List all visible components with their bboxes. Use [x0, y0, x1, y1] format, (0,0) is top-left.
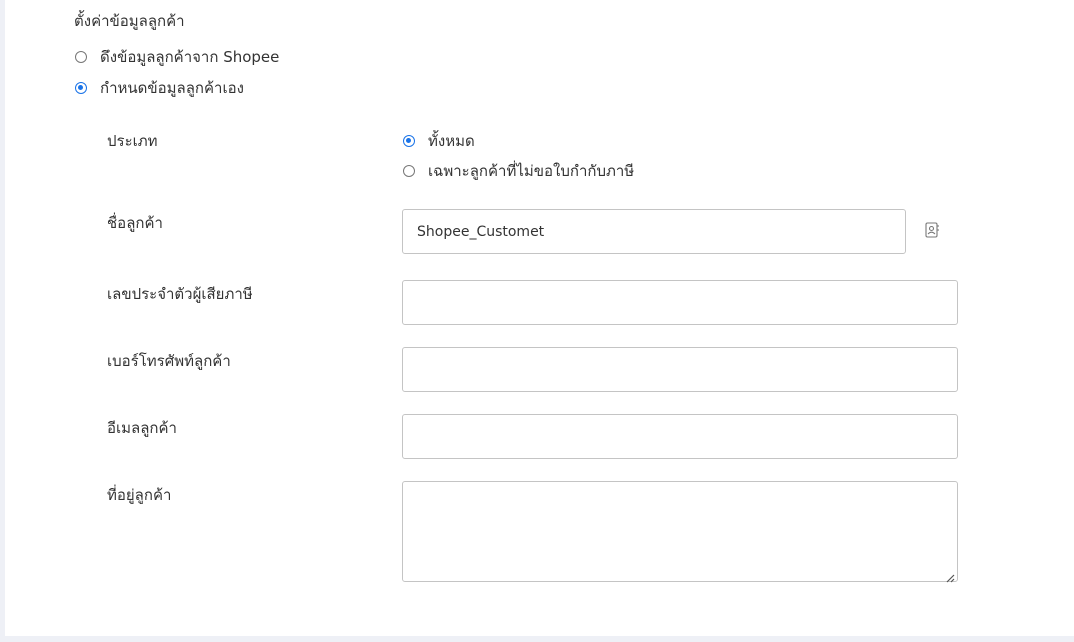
customer-name-input[interactable]	[402, 209, 906, 254]
radio-type-no-invoice[interactable]	[403, 165, 415, 177]
contact-book-icon[interactable]	[923, 221, 941, 239]
phone-input[interactable]	[402, 347, 958, 392]
customer-settings-card: ตั้งค่าข้อมูลลูกค้า ดึงข้อมูลลูกค้าจาก S…	[5, 0, 1074, 636]
email-label: อีเมลลูกค้า	[107, 419, 177, 437]
address-textarea[interactable]	[402, 481, 958, 582]
phone-label: เบอร์โทรศัพท์ลูกค้า	[107, 352, 231, 370]
radio-shopee[interactable]	[75, 51, 87, 63]
type-label: ประเภท	[107, 132, 158, 150]
address-label: ที่อยู่ลูกค้า	[107, 486, 172, 504]
source-option-custom[interactable]: กำหนดข้อมูลลูกค้าเอง	[75, 76, 244, 100]
type-option-all[interactable]: ทั้งหมด	[403, 129, 475, 153]
type-option-no-invoice[interactable]: เฉพาะลูกค้าที่ไม่ขอใบกำกับภาษี	[403, 159, 634, 183]
resize-grip-icon[interactable]	[945, 568, 955, 583]
type-option-all-label: ทั้งหมด	[428, 132, 475, 150]
tax-id-label: เลขประจำตัวผู้เสียภาษี	[107, 285, 253, 303]
type-option-no-invoice-label: เฉพาะลูกค้าที่ไม่ขอใบกำกับภาษี	[428, 162, 635, 180]
email-input[interactable]	[402, 414, 958, 459]
tax-id-input[interactable]	[402, 280, 958, 325]
radio-type-all[interactable]	[403, 135, 415, 147]
source-option-shopee-label: ดึงข้อมูลลูกค้าจาก Shopee	[100, 48, 280, 66]
customer-name-label: ชื่อลูกค้า	[107, 214, 163, 232]
source-option-custom-label: กำหนดข้อมูลลูกค้าเอง	[100, 79, 244, 97]
section-title: ตั้งค่าข้อมูลลูกค้า	[74, 12, 185, 30]
radio-custom[interactable]	[75, 82, 87, 94]
source-option-shopee[interactable]: ดึงข้อมูลลูกค้าจาก Shopee	[75, 45, 279, 69]
